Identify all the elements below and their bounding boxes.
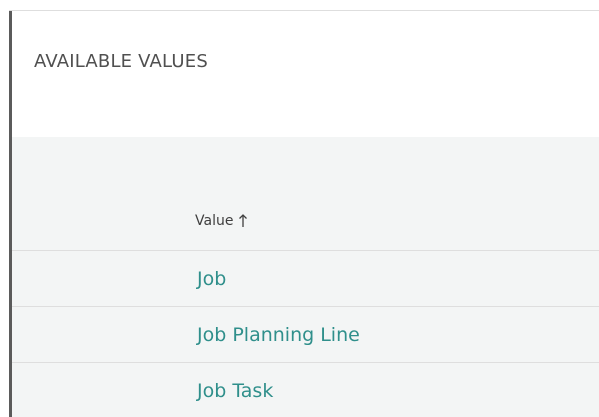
list-item-value[interactable]: Job bbox=[197, 268, 226, 290]
pane-top-divider bbox=[9, 10, 599, 11]
list-item-value[interactable]: Job Planning Line bbox=[197, 324, 360, 346]
list-item[interactable]: Job Planning Line bbox=[12, 306, 599, 362]
list-item[interactable]: Job bbox=[12, 250, 599, 306]
list-item-value[interactable]: Job Task bbox=[197, 380, 273, 402]
values-list: Value Job Job Planning Line Job Task bbox=[12, 137, 599, 417]
column-header: Value bbox=[12, 137, 599, 250]
arrow-up-icon bbox=[238, 214, 248, 228]
list-item[interactable]: Job Task bbox=[12, 362, 599, 417]
value-column-header[interactable]: Value bbox=[195, 213, 248, 229]
value-column-header-label: Value bbox=[195, 213, 234, 229]
panel-title: AVAILABLE VALUES bbox=[34, 51, 208, 72]
